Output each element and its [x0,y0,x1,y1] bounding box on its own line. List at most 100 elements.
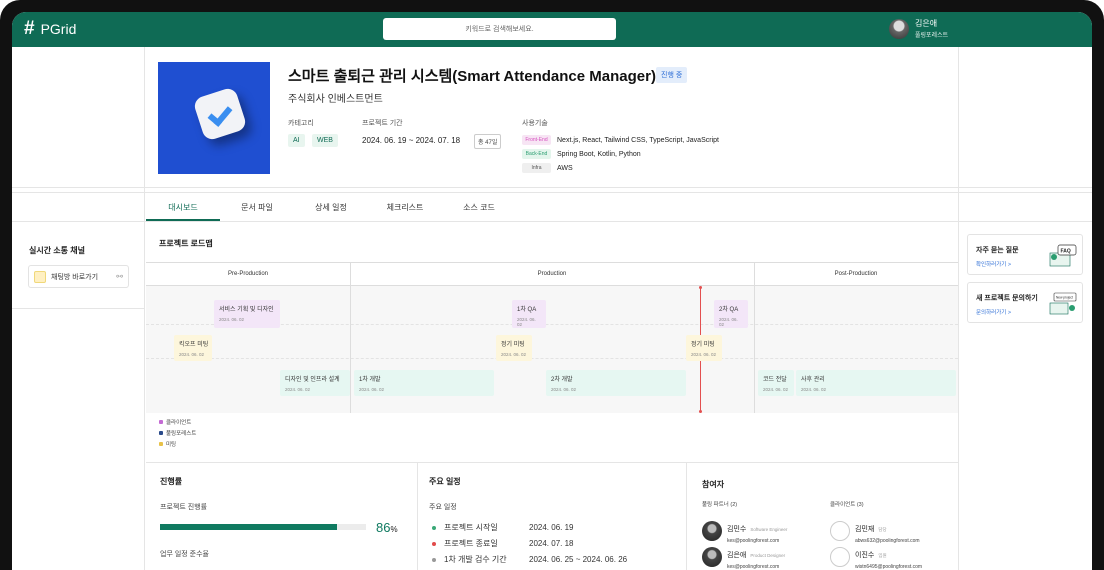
participant-name: 김은애 [727,552,747,559]
tech-value: Next.js, React, Tailwind CSS, TypeScript… [557,136,719,144]
pooling-partner-label: 풀링 파트너 (2) [702,502,738,508]
tab-documents[interactable]: 문서 파일 [220,193,294,221]
tab-bar: 대시보드 문서 파일 상세 일정 체크리스트 소스 코드 [146,193,958,221]
legend-item: 미팅 [159,440,196,451]
event-date: 2024. 06. 02 [551,387,577,392]
roadmap-event[interactable]: 정기 미팅 2024. 06. 02 [686,335,722,361]
avatar [830,547,850,567]
event-date: 2024. 06. 02 [719,317,738,327]
tech-label: 사용기술 [522,120,548,127]
participant[interactable]: 이진수 임원 wistn6495@poolingforest.com [830,544,922,570]
roadmap-event[interactable]: 킥오프 미팅 2024. 06. 02 [174,335,212,361]
roadmap-event[interactable]: 2차 개발 2024. 06. 02 [546,370,686,396]
user-name: 김은애 [915,19,938,28]
legend-swatch [159,442,163,446]
new-project-illustration-icon: New project [1049,292,1077,315]
search-input[interactable] [383,18,616,40]
participant[interactable]: 김민수 Software Engineer kes@poolingforest.c… [702,518,787,544]
duration-badge: 총 47일 [474,134,502,149]
roadmap-event[interactable]: 서비스 기획 및 디자인 2024. 06. 02 [214,300,280,328]
today-marker-top [699,286,702,289]
schedule-date: 2024. 06. 19 [529,523,574,532]
link-icon: ⚯ [116,272,123,281]
faq-link[interactable]: 확인하러가기 > [976,260,1011,268]
user-menu[interactable]: 김은애 풀링포레스트 [889,18,948,39]
category-chip: AI [288,134,305,147]
phase-label: Post-Production [834,271,878,277]
faq-title: 자주 묻는 질문 [976,247,1019,254]
period-label: 프로젝트 기간 [362,120,403,127]
tab-dashboard[interactable]: 대시보드 [146,193,220,221]
app-logo[interactable]: # PGrid [24,18,77,39]
legend-label: 미팅 [166,442,177,448]
chatroom-label: 채팅방 바로가기 [51,273,99,281]
faq-card[interactable]: 자주 묻는 질문 확인하러가기 > FAQ [967,234,1083,275]
roadmap-event[interactable]: 1차 개발 2024. 06. 02 [354,370,494,396]
participant[interactable]: 김은애 Product Designer kes@poolingforest.co… [702,544,785,570]
progress-bar [160,524,366,530]
new-project-card[interactable]: 새 프로젝트 문의하기 문의하러가기 > New project [967,282,1083,323]
roadmap-event[interactable]: 2차 QA 2024. 06. 02 [714,300,748,328]
event-date: 2024. 06. 02 [691,352,717,357]
app-name: PGrid [40,21,77,37]
schedule-item: 프로젝트 시작일 2024. 06. 19 [432,522,573,533]
tab-checklist[interactable]: 체크리스트 [368,193,442,221]
event-title: 2차 QA [719,307,739,313]
grid-logo-icon: # [24,18,35,39]
schedule-date: 2024. 07. 18 [529,539,574,548]
top-bar: # PGrid 김은애 풀링포레스트 [12,12,1092,47]
legend-swatch [159,431,163,435]
today-marker-bottom [699,410,702,413]
chatroom-link[interactable]: 채팅방 바로가기 ⚯ [28,265,129,288]
phase-divider [754,262,755,413]
event-title: 1차 개발 [359,377,381,383]
roadmap-event[interactable]: 사후 관리 2024. 06. 02 [796,370,956,396]
faq-illustration-icon: FAQ [1049,244,1077,267]
schedule-bullet [432,541,436,546]
participant-role: 담당 [878,527,887,532]
participant[interactable]: 김민재 담당 abws632@poolingforest.com [830,518,920,544]
legend-item: 풀링포레스트 [159,429,196,440]
progress-unit: % [390,525,398,534]
tech-row: Front-End Next.js, React, Tailwind CSS, … [522,135,719,145]
schedule-title: 주요 일정 [429,477,461,486]
participant-name: 이진수 [855,552,875,559]
tech-tag: Infra [522,163,551,173]
schedule-label: 프로젝트 종료일 [444,539,498,548]
faq-art-text: FAQ [1061,249,1071,255]
tech-row: Back-End Spring Boot, Kotlin, Python [522,149,641,159]
legend-swatch [159,420,163,424]
new-project-link[interactable]: 문의하러가기 > [976,308,1011,316]
schedule-subtitle: 주요 일정 [429,504,457,511]
legend-item: 클라이언트 [159,418,196,429]
event-title: 2차 개발 [551,377,573,383]
roadmap-title: 프로젝트 로드맵 [159,239,213,248]
event-date: 2024. 06. 02 [763,387,789,392]
project-company: 주식회사 인베스트먼트 [288,94,383,105]
project-title: 스마트 출퇴근 관리 시스템(Smart Attendance Manager) [288,68,656,85]
participants-title: 참여자 [702,480,725,489]
phase-divider [350,262,351,413]
tab-schedule[interactable]: 상세 일정 [294,193,368,221]
roadmap-event[interactable]: 1차 QA 2024. 06. 02 [512,300,546,328]
progress-label: 프로젝트 진행률 [160,504,208,511]
event-title: 정기 미팅 [501,342,525,348]
panel-divider [417,462,418,570]
tech-tag: Front-End [522,135,551,145]
tab-source-code[interactable]: 소스 코드 [442,193,516,221]
progress-percent: 86% [376,520,398,535]
phase-label: Production [537,271,567,277]
schedule-date: 2024. 06. 25 ~ 2024. 06. 26 [529,555,628,564]
event-date: 2024. 06. 02 [285,387,311,392]
header-divider [12,187,1092,188]
avatar [702,547,722,567]
schedule-label: 1차 개발 검수 기간 [444,555,507,564]
roadmap-event[interactable]: 코드 전달 2024. 06. 02 [758,370,794,396]
roadmap-event[interactable]: 디자인 및 인프라 설계 2024. 06. 02 [280,370,350,396]
roadmap-event[interactable]: 정기 미팅 2024. 06. 02 [496,335,532,361]
tech-row: Infra AWS [522,163,573,173]
device-frame: # PGrid 김은애 풀링포레스트 스마트 출퇴근 관리 시스템(Smart … [0,0,1104,570]
channel-title: 실시간 소통 채널 [29,246,85,255]
participant-role: Software Engineer [750,527,788,532]
category-chip: WEB [312,134,338,147]
